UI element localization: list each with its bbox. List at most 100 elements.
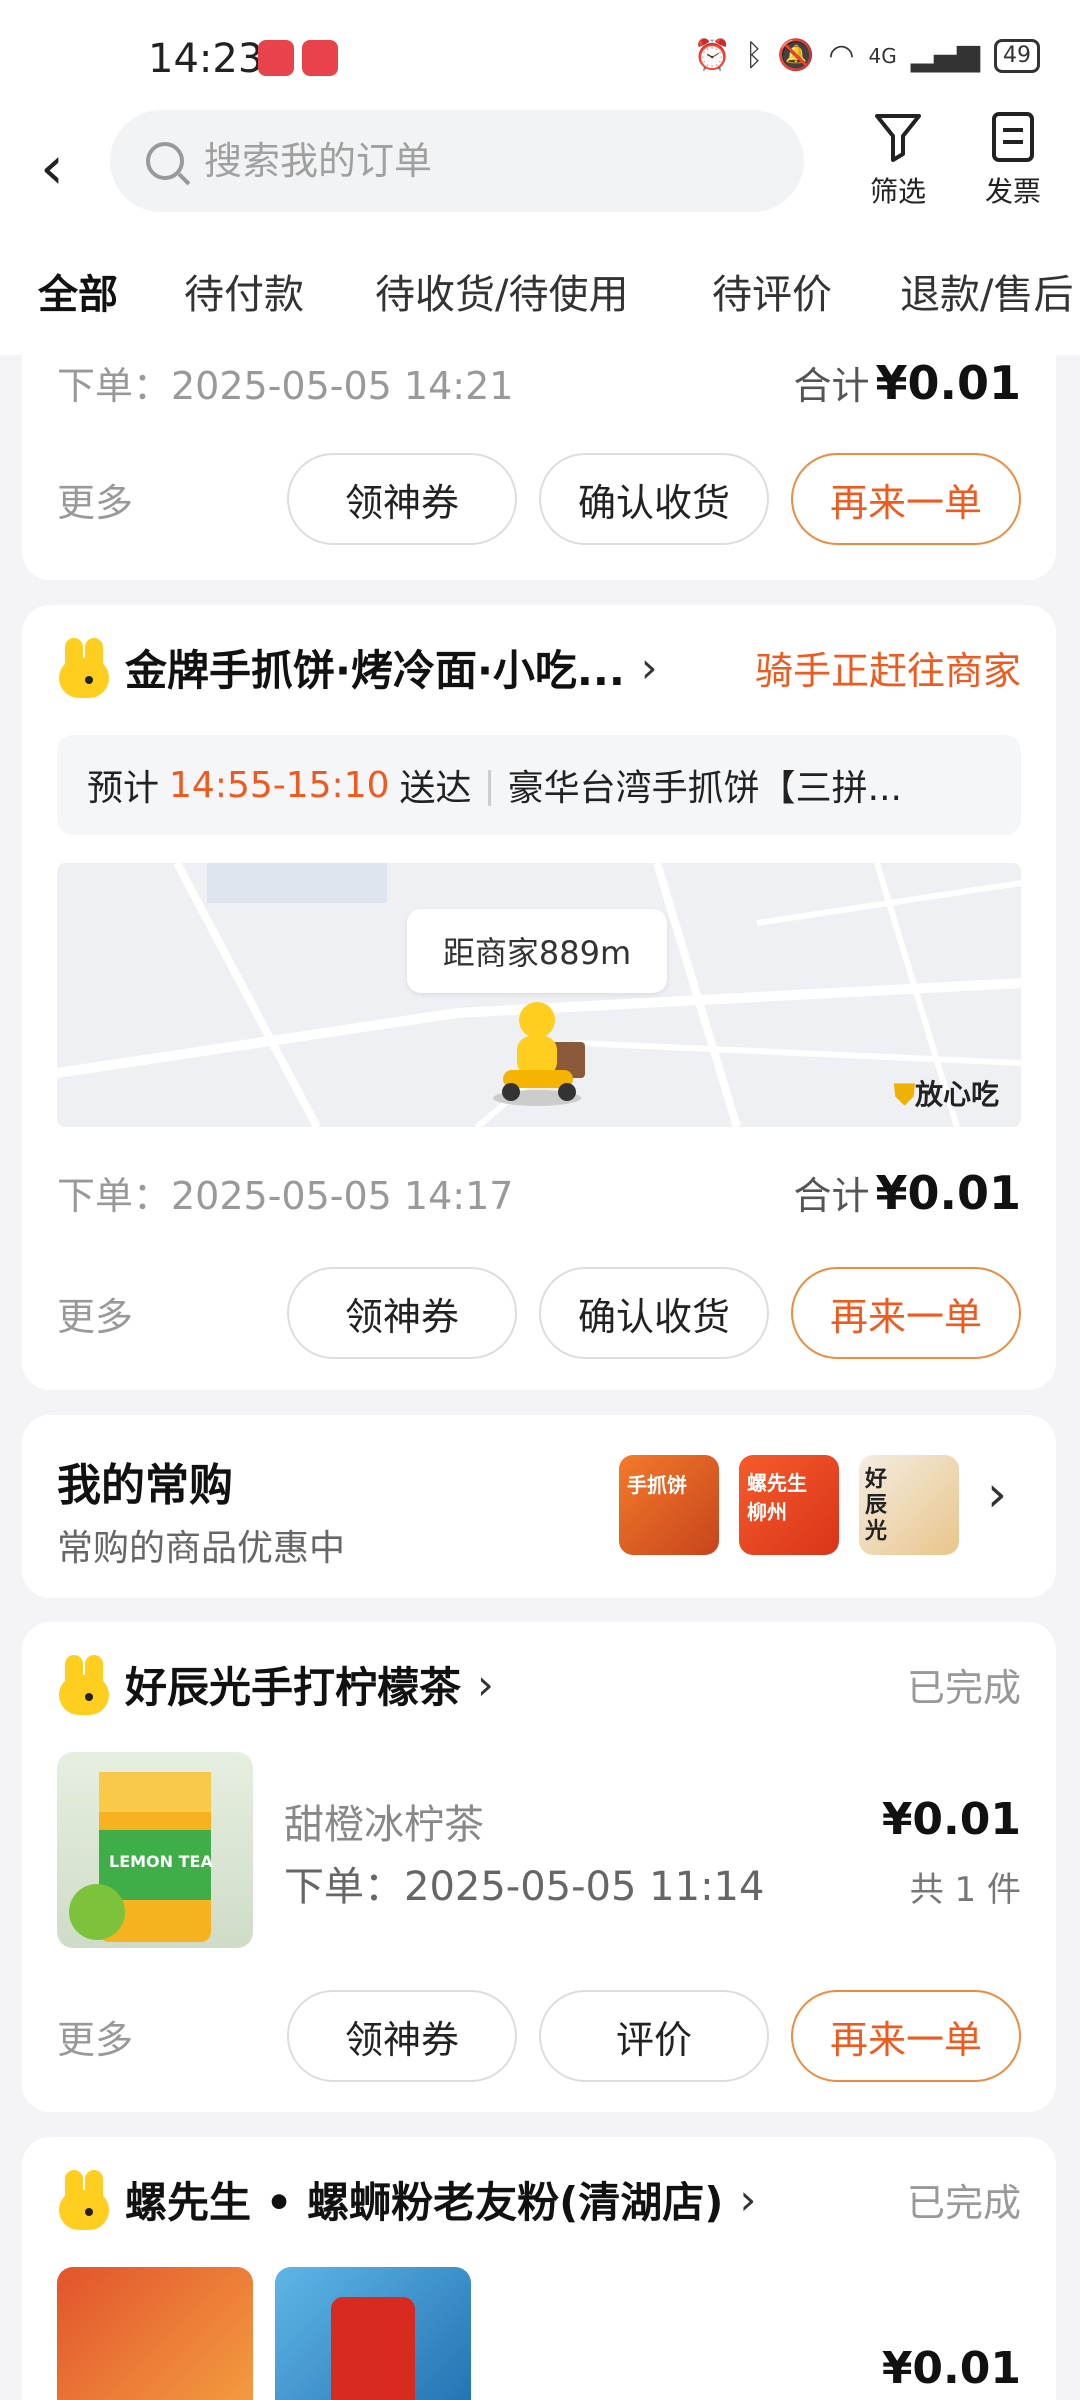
store-row[interactable]: 螺先生 • 螺蛳粉老友粉(清湖店) › 已完成: [57, 2169, 1021, 2230]
badge-label: 放心吃: [914, 1078, 999, 1111]
search-input[interactable]: [204, 139, 764, 183]
product-image[interactable]: [57, 2267, 253, 2400]
confirm-receipt-button[interactable]: 确认收货: [539, 453, 769, 545]
coupon-button[interactable]: 领神券: [287, 453, 517, 545]
tab-pending-payment[interactable]: 待付款: [184, 262, 304, 320]
header: ‹ 筛选 发票: [0, 110, 1080, 240]
order-actions: 更多 领神券 确认收货 再来一单: [57, 453, 1021, 545]
store-logo-icon: [57, 637, 113, 698]
alarm-icon: ⏰: [693, 38, 731, 73]
invoice-icon: [968, 110, 1058, 170]
total-label: 合计: [793, 1174, 870, 1218]
chevron-right-icon: ›: [739, 2175, 757, 2224]
more-button[interactable]: 更多: [57, 2009, 265, 2064]
order-card: 好辰光手打柠檬茶 › 已完成 LEMON TEA 甜橙冰柠茶 下单：2025-0…: [22, 1622, 1056, 2112]
distance-bubble: 距商家889m: [407, 909, 667, 993]
review-button[interactable]: 评价: [539, 1990, 769, 2082]
eta-prefix: 预计: [87, 768, 160, 809]
item-summary: 豪华台湾手抓饼【三拼...: [507, 768, 902, 809]
back-icon[interactable]: ‹: [40, 128, 100, 208]
store-name: 螺先生 • 螺蛳粉老友粉(清湖店): [125, 2178, 724, 2227]
eta-suffix: 送达: [399, 768, 472, 809]
order-status: 已完成: [906, 2181, 1021, 2225]
reorder-button[interactable]: 再来一单: [791, 453, 1021, 545]
product-image[interactable]: LEMON TEA: [57, 1752, 253, 1948]
filter-button[interactable]: 筛选: [853, 110, 943, 210]
favorite-item-thumb[interactable]: 螺先生 柳州: [739, 1455, 839, 1555]
order-tabs: 全部 待付款 待收货/待使用 待评价 退款/售后: [0, 240, 1080, 355]
order-total: 合计 ¥0.01: [793, 1165, 1021, 1220]
search-bar[interactable]: [110, 110, 804, 212]
store-name: 金牌手抓饼·烤冷面·小吃...: [125, 646, 625, 695]
product-image-label: LEMON TEA: [109, 1852, 213, 1871]
wifi-icon: ◠: [828, 38, 855, 73]
thumb-label: 螺先生 柳州: [747, 1471, 807, 1524]
item-price: ¥0.01: [881, 1794, 1021, 1845]
network-label: 4G: [868, 43, 897, 68]
safe-eat-badge: ⛊放心吃: [894, 1073, 999, 1113]
order-actions: 更多 领神券 确认收货 再来一单: [57, 1267, 1021, 1359]
delivery-eta: 预计 14:55-15:10 送达 | 豪华台湾手抓饼【三拼...: [57, 735, 1021, 835]
invoice-button[interactable]: 发票: [968, 110, 1058, 210]
order-time: 下单：2025-05-05 11:14: [284, 1864, 765, 1910]
eta-time: 14:55-15:10: [169, 764, 390, 806]
total-label: 合计: [793, 364, 870, 408]
divider: |: [483, 764, 496, 806]
lemon-tea-image: [69, 1772, 211, 1942]
coupon-button[interactable]: 领神券: [287, 1267, 517, 1359]
order-card: 螺先生 • 螺蛳粉老友粉(清湖店) › 已完成 ¥0.01: [22, 2137, 1056, 2400]
item-price: ¥0.01: [881, 2343, 1021, 2394]
chevron-right-icon: ›: [640, 643, 658, 692]
order-card: 金牌手抓饼·烤冷面·小吃... › 骑手正赶往商家 预计 14:55-15:10…: [22, 605, 1056, 1390]
shield-icon: ⛊: [893, 1078, 915, 1111]
order-status: 骑手正赶往商家: [754, 649, 1021, 693]
order-actions: 更多 领神券 评价 再来一单: [57, 1990, 1021, 2082]
delivery-map[interactable]: 距商家889m ⛊放心吃: [57, 863, 1021, 1127]
item-quantity: 共 1 件: [909, 1870, 1021, 1910]
store-name: 好辰光手打柠檬茶: [125, 1663, 462, 1712]
tab-all[interactable]: 全部: [38, 262, 118, 326]
chevron-right-icon: ›: [477, 1660, 494, 1709]
order-status: 已完成: [906, 1666, 1021, 1710]
battery-icon: 49: [994, 38, 1040, 73]
mute-icon: 🔕: [777, 38, 815, 73]
tab-pending-review[interactable]: 待评价: [712, 262, 832, 320]
store-logo-icon: [57, 2169, 113, 2230]
notification-app-icon: [302, 40, 338, 76]
order-total: 合计 ¥0.01: [793, 355, 1021, 410]
chevron-right-icon: ›: [987, 1465, 1007, 1523]
store-row[interactable]: 金牌手抓饼·烤冷面·小吃... › 骑手正赶往商家: [57, 637, 1021, 698]
signal-icon: ▂▄▆: [910, 38, 980, 73]
reorder-button[interactable]: 再来一单: [791, 1267, 1021, 1359]
bluetooth-icon: ᛒ: [745, 38, 763, 73]
invoice-label: 发票: [984, 175, 1041, 208]
order-time: 下单：2025-05-05 14:17: [57, 1174, 514, 1218]
confirm-receipt-button[interactable]: 确认收货: [539, 1267, 769, 1359]
total-amount: ¥0.01: [875, 356, 1021, 410]
search-icon: [146, 142, 184, 180]
store-logo-icon: [57, 1654, 113, 1715]
tab-pending-receipt[interactable]: 待收货/待使用: [375, 262, 628, 320]
more-button[interactable]: 更多: [57, 472, 265, 527]
reorder-button[interactable]: 再来一单: [791, 1990, 1021, 2082]
favorites-title: 我的常购: [57, 1460, 233, 1511]
store-row[interactable]: 好辰光手打柠檬茶 › 已完成: [57, 1654, 1021, 1715]
order-time: 下单：2025-05-05 14:21: [57, 364, 514, 408]
status-time: 14:23: [148, 36, 264, 82]
coupon-button[interactable]: 领神券: [287, 1990, 517, 2082]
filter-label: 筛选: [869, 175, 926, 208]
favorite-item-thumb[interactable]: 手抓饼: [619, 1455, 719, 1555]
order-meta: 下单：2025-05-05 14:21 合计 ¥0.01: [57, 355, 1021, 410]
thumb-label: 好辰光: [865, 1467, 888, 1544]
thumb-label: 手抓饼: [627, 1473, 687, 1497]
tab-refund[interactable]: 退款/售后: [900, 262, 1073, 320]
item-name: 甜橙冰柠茶: [284, 1802, 484, 1848]
total-amount: ¥0.01: [875, 1166, 1021, 1220]
notification-app-icon: [258, 40, 294, 76]
favorites-card[interactable]: 我的常购 常购的商品优惠中 手抓饼 螺先生 柳州 好辰光 ›: [22, 1415, 1056, 1598]
filter-icon: [853, 110, 943, 170]
favorite-item-thumb[interactable]: 好辰光: [859, 1455, 959, 1555]
more-button[interactable]: 更多: [57, 1286, 265, 1341]
product-image[interactable]: [275, 2267, 471, 2400]
favorites-subtitle: 常购的商品优惠中: [57, 1528, 346, 1569]
